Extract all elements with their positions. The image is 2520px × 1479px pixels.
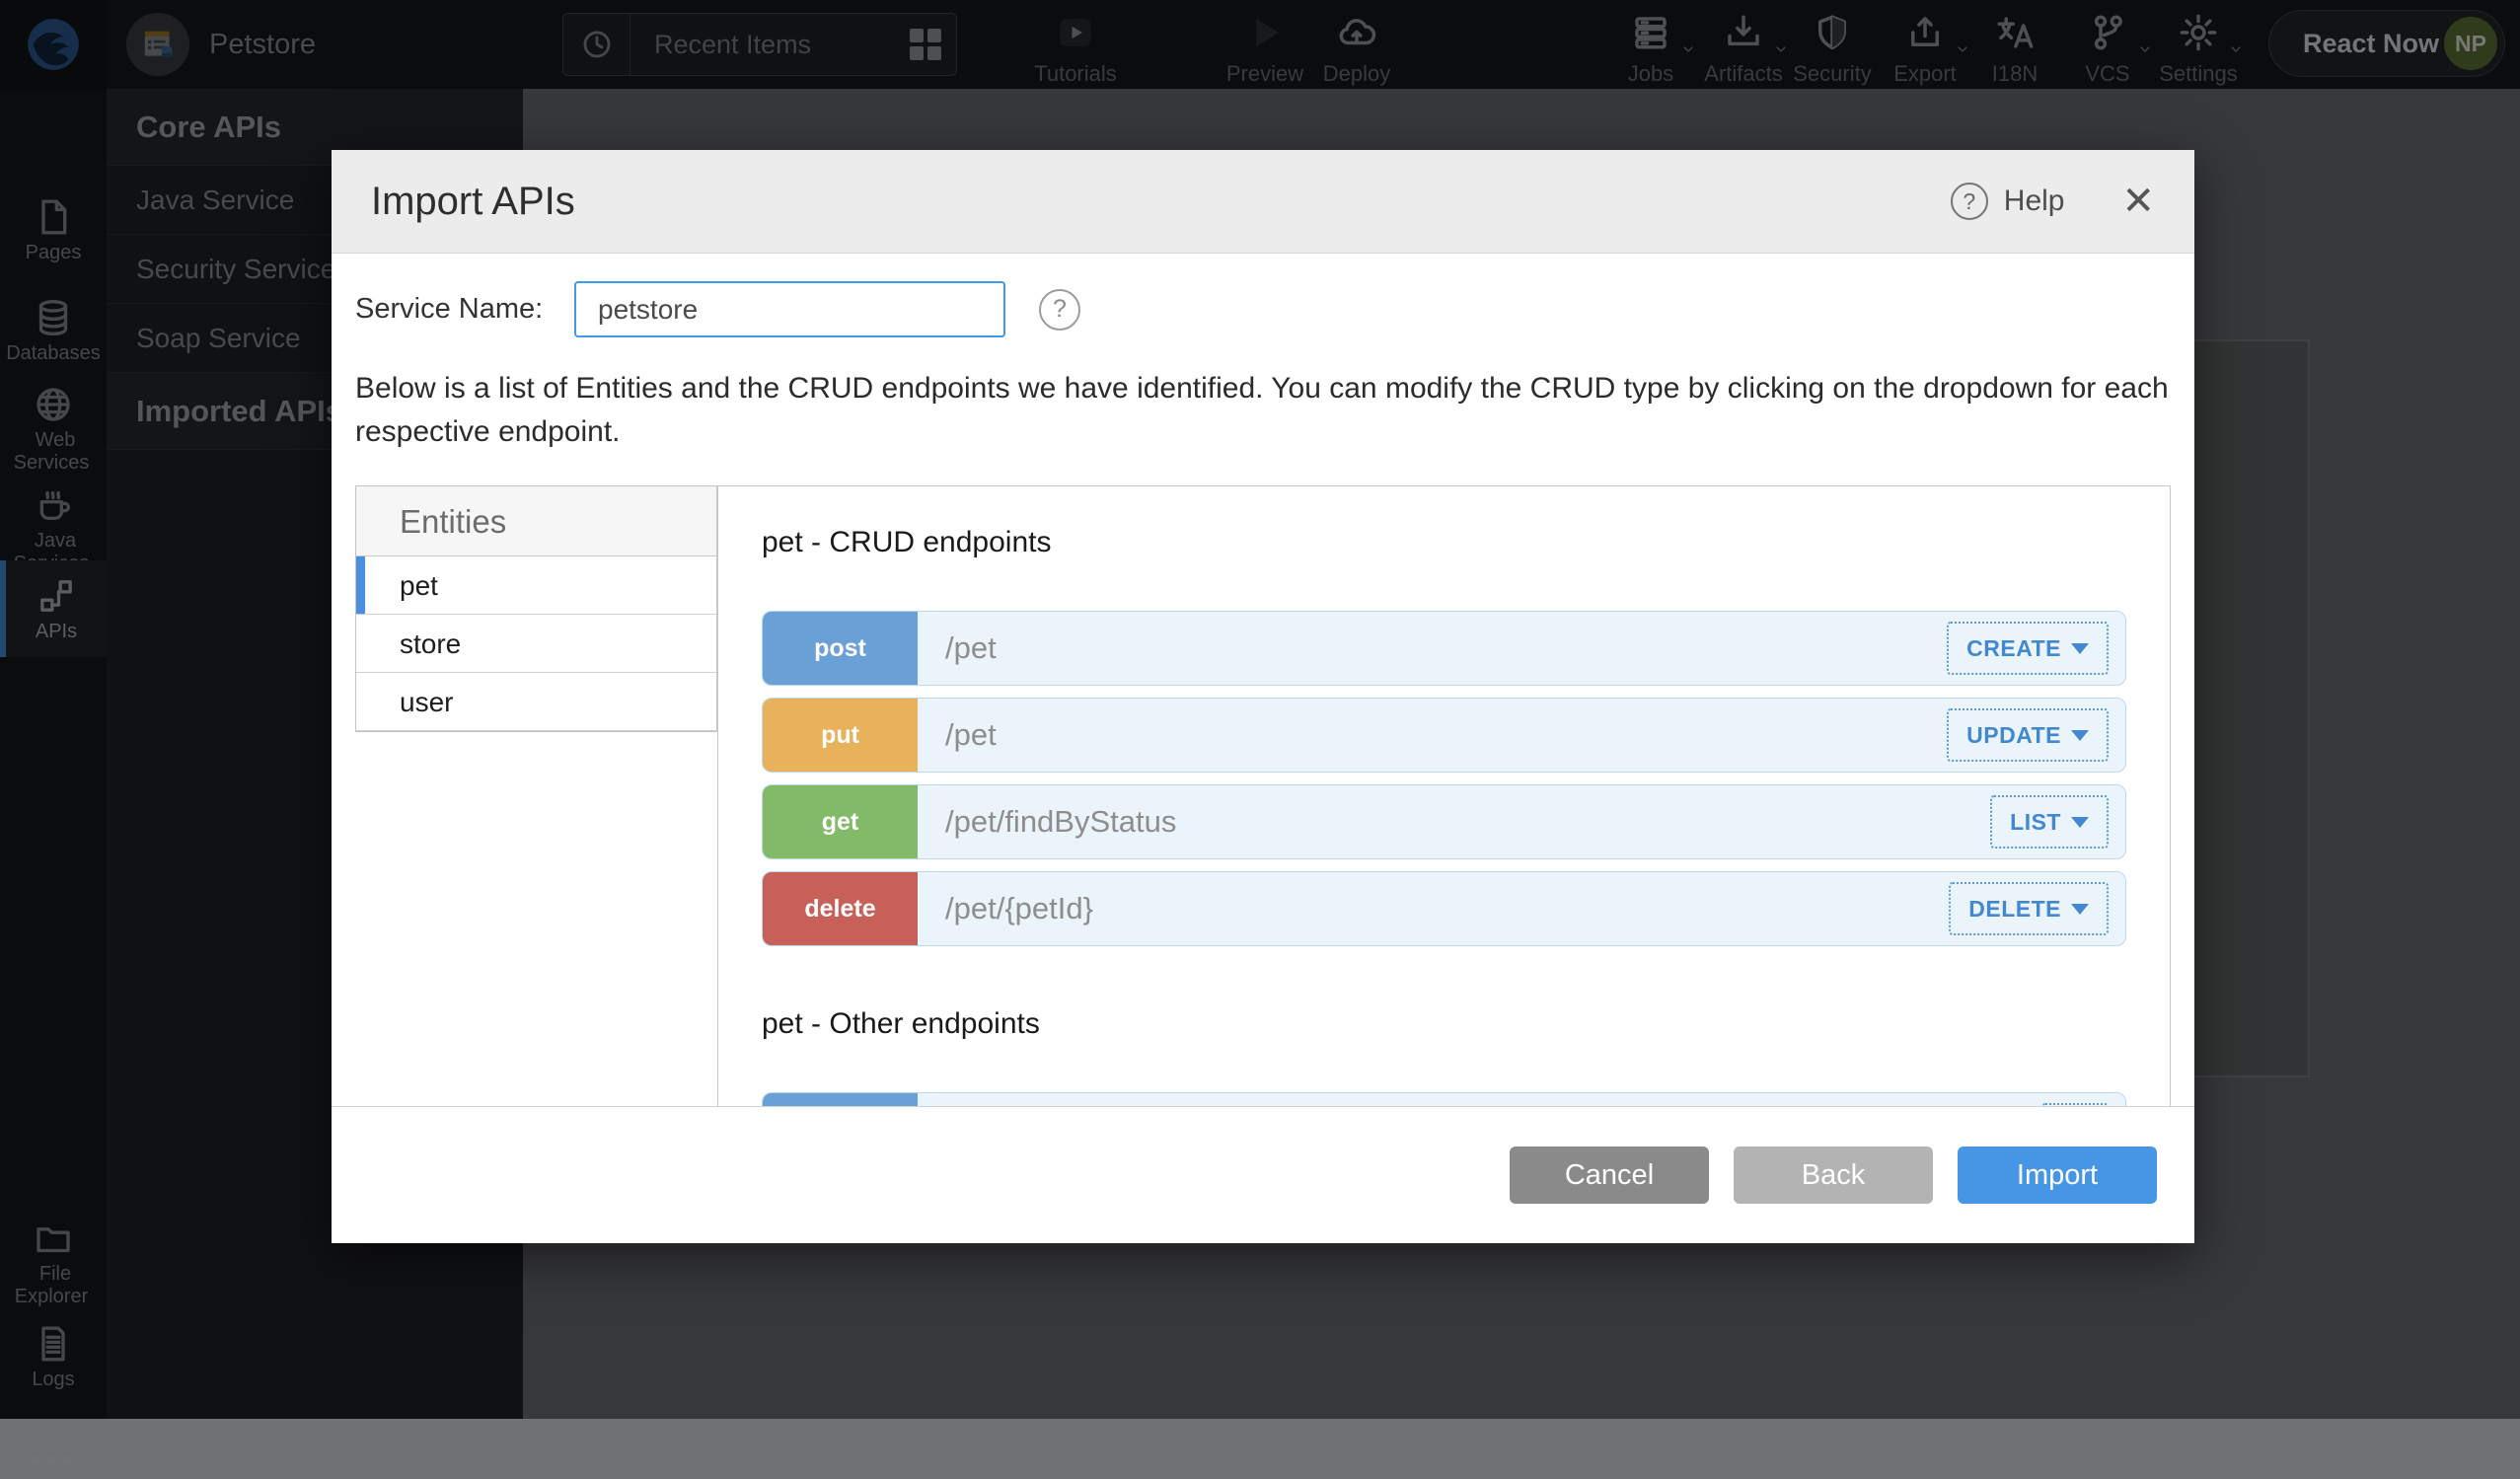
dialog-body: Service Name: ? Below is a list of Entit… [332, 254, 2194, 1107]
endpoint-row-partial: post [762, 1092, 2126, 1107]
endpoint-path: /pet/{petId} [945, 891, 1093, 926]
service-name-input[interactable] [574, 281, 1005, 337]
dialog-footer: Cancel Back Import [332, 1107, 2194, 1243]
close-icon[interactable]: ✕ [2121, 182, 2155, 221]
crud-type-dropdown[interactable]: DELETE [1949, 882, 2109, 935]
more-menu[interactable]: ••• [0, 1445, 107, 1479]
help-label: Help [2004, 185, 2065, 218]
method-badge-delete: delete [763, 872, 918, 945]
crud-type-label: UPDATE [1966, 722, 2061, 749]
crud-type-dropdown[interactable]: UPDATE [1947, 708, 2109, 762]
service-name-label: Service Name: [355, 293, 574, 326]
endpoint-path: /pet [945, 630, 997, 666]
crud-type-label: DELETE [1968, 896, 2061, 923]
back-button[interactable]: Back [1734, 1146, 1933, 1204]
entity-item-pet[interactable]: pet [356, 556, 716, 615]
endpoints-panel: pet - CRUD endpoints post /pet CREATE pu… [717, 485, 2171, 1107]
service-name-help-icon[interactable]: ? [1039, 289, 1080, 331]
section-title-other: pet - Other endpoints [762, 1007, 2126, 1041]
import-button[interactable]: Import [1958, 1146, 2157, 1204]
help-circle-icon: ? [1951, 183, 1988, 220]
method-badge-post: post [763, 612, 918, 685]
dialog-header: Import APIs ? Help ✕ [332, 150, 2194, 254]
endpoint-row: post /pet CREATE [762, 611, 2126, 686]
endpoint-path: /pet [945, 717, 997, 753]
section-title-crud: pet - CRUD endpoints [762, 526, 2126, 559]
crud-type-label: CREATE [1966, 635, 2061, 662]
caret-down-icon [2071, 904, 2089, 915]
endpoint-row: get /pet/findByStatus LIST [762, 784, 2126, 859]
endpoint-row: put /pet UPDATE [762, 698, 2126, 773]
endpoint-row: delete /pet/{petId} DELETE [762, 871, 2126, 946]
entities-list: Entities pet store user [355, 485, 717, 732]
method-badge-get: get [763, 785, 918, 858]
import-apis-dialog: Import APIs ? Help ✕ Service Name: ? Bel… [332, 150, 2194, 1243]
dialog-title: Import APIs [371, 180, 575, 224]
method-badge-post: post [763, 1093, 918, 1107]
entity-item-user[interactable]: user [356, 673, 716, 731]
caret-down-icon [2071, 730, 2089, 741]
caret-down-icon [2071, 643, 2089, 654]
help-button[interactable]: ? Help [1951, 183, 2065, 220]
cancel-button[interactable]: Cancel [1510, 1146, 1709, 1204]
crud-type-label: LIST [2010, 809, 2061, 836]
method-badge-put: put [763, 699, 918, 772]
crud-type-dropdown[interactable]: LIST [1990, 795, 2109, 849]
entities-header: Entities [356, 486, 716, 556]
entity-item-store[interactable]: store [356, 615, 716, 673]
crud-type-dropdown[interactable]: CREATE [1947, 622, 2109, 675]
caret-down-icon [2071, 817, 2089, 828]
endpoint-path: /pet/findByStatus [945, 804, 1176, 840]
dialog-description: Below is a list of Entities and the CRUD… [355, 367, 2171, 454]
